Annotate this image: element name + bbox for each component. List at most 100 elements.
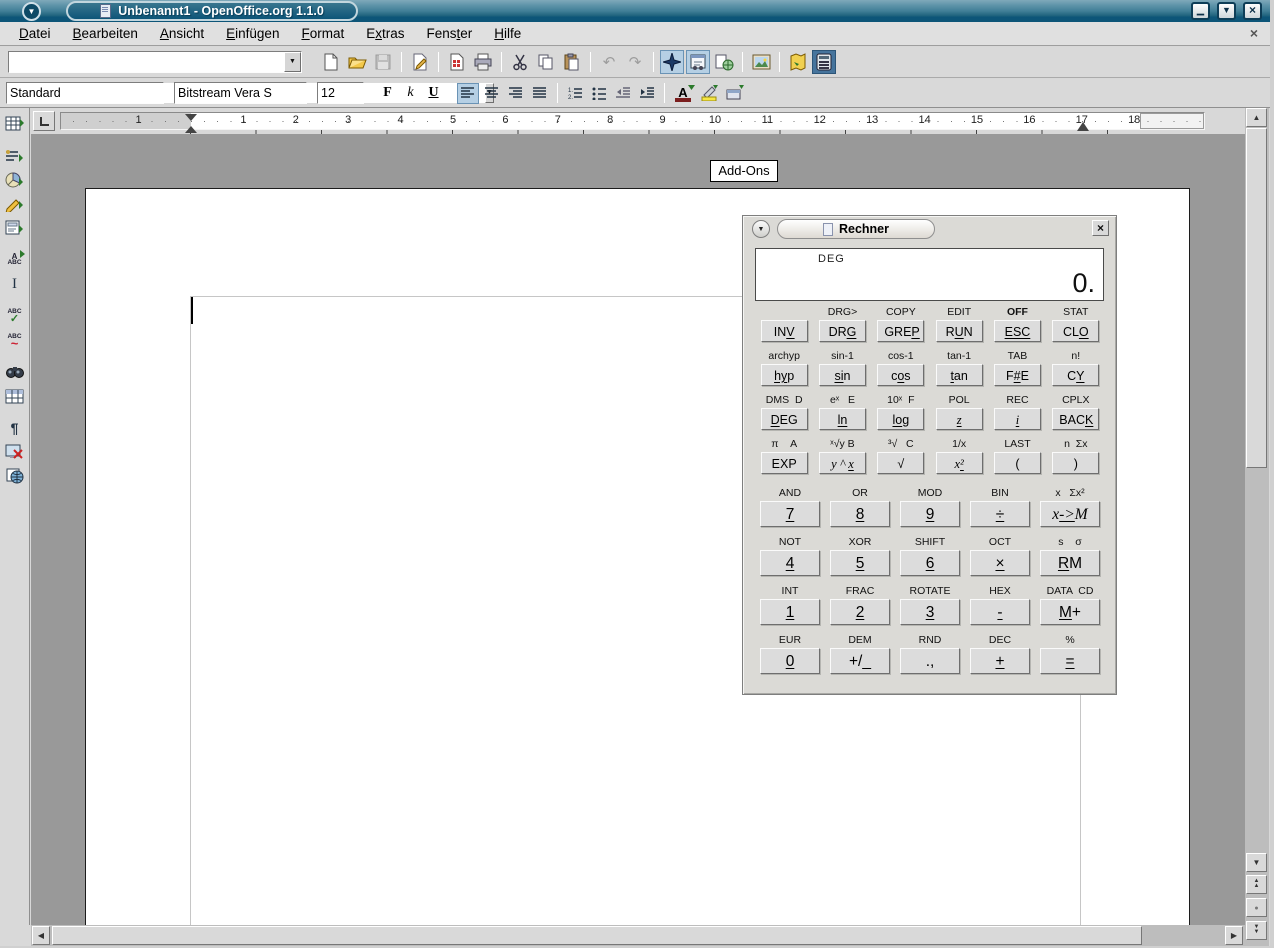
calc-key-drg[interactable]: DRG — [819, 320, 866, 342]
calc-key-m[interactable]: M+ — [1040, 599, 1100, 625]
copy-button[interactable] — [534, 50, 558, 74]
export-pdf-button[interactable] — [445, 50, 469, 74]
calc-key-rm[interactable]: RM — [1040, 550, 1100, 576]
paragraph-style-combobox[interactable]: ▼ — [6, 82, 164, 104]
scroll-right-button[interactable]: ▶ — [1225, 926, 1243, 945]
calculator-window-menu-button[interactable]: ▼ — [752, 220, 770, 238]
indent-marker-right[interactable] — [1077, 116, 1089, 131]
calc-key-7[interactable]: 7 — [760, 501, 820, 527]
stylist-button[interactable] — [686, 50, 710, 74]
save-button[interactable] — [371, 50, 395, 74]
close-button[interactable]: × — [1243, 2, 1262, 20]
italic-button[interactable]: k — [400, 83, 421, 104]
new-document-button[interactable] — [319, 50, 343, 74]
calc-key-x[interactable]: x² — [936, 452, 983, 474]
calculator-toggle-button[interactable] — [812, 50, 836, 74]
menu-einf-gen[interactable]: Einfügen — [215, 24, 290, 43]
horizontal-scrollbar-thumb[interactable] — [52, 926, 1142, 945]
draw-functions-button[interactable] — [3, 192, 27, 216]
calc-key-hyp[interactable]: hyp — [761, 364, 808, 386]
calc-key-8[interactable]: 8 — [830, 501, 890, 527]
calc-key-run[interactable]: RUN — [936, 320, 983, 342]
calc-key-key[interactable]: = — [1040, 648, 1100, 674]
menu-datei[interactable]: Datei — [8, 24, 62, 43]
calc-key-3[interactable]: 3 — [900, 599, 960, 625]
tab-type-selector[interactable] — [33, 111, 55, 131]
url-combobox[interactable]: ▼ — [8, 51, 302, 73]
calc-key-tan[interactable]: tan — [936, 364, 983, 386]
data-sources-button[interactable] — [3, 384, 27, 408]
menu-fenster[interactable]: Fenster — [416, 24, 484, 43]
calc-key-5[interactable]: 5 — [830, 550, 890, 576]
calc-key-back[interactable]: BACK — [1052, 408, 1099, 430]
print-button[interactable] — [471, 50, 495, 74]
calc-key-9[interactable]: 9 — [900, 501, 960, 527]
calc-key-z[interactable]: z — [936, 408, 983, 430]
calc-key-inv[interactable]: INV — [761, 320, 808, 342]
scroll-down-button[interactable]: ▼ — [1246, 853, 1267, 872]
decrease-indent-button[interactable] — [612, 83, 634, 104]
window-title-pill[interactable]: Unbenannt1 - OpenOffice.org 1.1.0 — [66, 1, 358, 21]
menu-ansicht[interactable]: Ansicht — [149, 24, 215, 43]
calc-key-sin[interactable]: sin — [819, 364, 866, 386]
calc-key-ln[interactable]: ln — [819, 408, 866, 430]
calculator-close-button[interactable]: × — [1092, 220, 1109, 236]
navigator-button[interactable] — [660, 50, 684, 74]
autotext-button[interactable]: AABC — [3, 248, 27, 272]
next-page-button[interactable]: ▼ ▼ — [1246, 921, 1267, 940]
hyperlink-button[interactable] — [712, 50, 736, 74]
calc-key-exp[interactable]: EXP — [761, 452, 808, 474]
horizontal-ruler[interactable]: 1123456789101112131415161718 — [60, 112, 1205, 130]
align-center-button[interactable] — [481, 83, 503, 104]
undo-button[interactable]: ↶ — [597, 50, 621, 74]
calc-key-2[interactable]: 2 — [830, 599, 890, 625]
maximize-button[interactable]: ▼ — [1217, 2, 1236, 20]
scroll-up-button[interactable]: ▲ — [1246, 108, 1267, 127]
menu-bearbeiten[interactable]: Bearbeiten — [62, 24, 149, 43]
underline-button[interactable]: U — [423, 83, 444, 104]
font-name-combobox[interactable]: ▼ — [174, 82, 307, 104]
cut-button[interactable] — [508, 50, 532, 74]
calc-key-i[interactable]: i — [994, 408, 1041, 430]
calc-key-key[interactable]: - — [970, 599, 1030, 625]
calc-key-key[interactable]: √ — [877, 452, 924, 474]
find-button[interactable] — [3, 360, 27, 384]
menu-extras[interactable]: Extras — [355, 24, 415, 43]
justify-button[interactable] — [529, 83, 551, 104]
increase-indent-button[interactable] — [636, 83, 658, 104]
previous-page-button[interactable]: ▲ ▲ — [1246, 875, 1267, 894]
nonprinting-characters-button[interactable]: ¶ — [3, 416, 27, 440]
url-dropdown-arrow[interactable]: ▼ — [284, 52, 301, 72]
calc-key-cy[interactable]: CY — [1052, 364, 1099, 386]
calc-key-key[interactable]: ÷ — [970, 501, 1030, 527]
insert-table-button[interactable] — [3, 112, 27, 136]
insert-object-button[interactable] — [3, 168, 27, 192]
calc-key-4[interactable]: 4 — [760, 550, 820, 576]
spellcheck-button[interactable]: ABC✓ — [3, 304, 27, 328]
calc-key-key[interactable]: + — [970, 648, 1030, 674]
numbered-list-button[interactable]: 1.2. — [564, 83, 586, 104]
calc-key-key[interactable]: ., — [900, 648, 960, 674]
window-menu-button[interactable]: ▼ — [22, 2, 41, 21]
calc-key-grep[interactable]: GREP — [877, 320, 924, 342]
vertical-scrollbar[interactable]: ▲ ▼ ▲ ▲ ● ▼ ▼ — [1245, 108, 1269, 948]
calc-key-6[interactable]: 6 — [900, 550, 960, 576]
bullet-list-button[interactable] — [588, 83, 610, 104]
font-size-combobox[interactable]: ▼ — [317, 82, 364, 104]
menu-hilfe[interactable]: Hilfe — [483, 24, 532, 43]
redo-button[interactable]: ↷ — [623, 50, 647, 74]
minimize-button[interactable]: ▁ — [1191, 2, 1210, 20]
paste-button[interactable] — [560, 50, 584, 74]
vertical-scrollbar-thumb[interactable] — [1246, 128, 1267, 468]
graphics-onoff-button[interactable] — [3, 440, 27, 464]
calc-key-key[interactable]: +/_ — [830, 648, 890, 674]
calc-key-key[interactable]: ) — [1052, 452, 1099, 474]
scroll-left-button[interactable]: ◀ — [32, 926, 50, 945]
gallery-button[interactable] — [749, 50, 773, 74]
calc-key-0[interactable]: 0 — [760, 648, 820, 674]
url-input[interactable] — [9, 52, 284, 72]
calc-key-key[interactable]: × — [970, 550, 1030, 576]
calculator-titlebar[interactable]: ▼ Rechner × — [743, 216, 1116, 242]
calc-key-y-x[interactable]: y ^ x — [819, 452, 866, 474]
calc-key-log[interactable]: log — [877, 408, 924, 430]
